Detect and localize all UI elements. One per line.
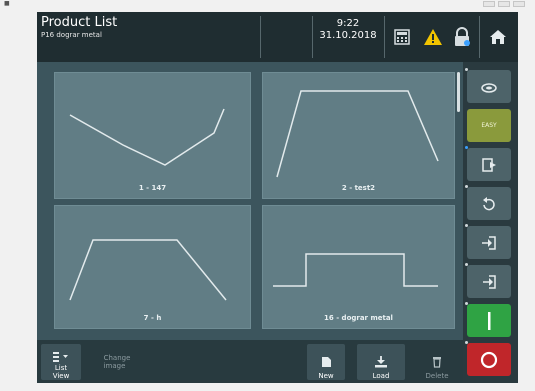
app-window: Product List P16 dograr metal 9:22 31.10…	[37, 12, 518, 383]
rotate-icon	[483, 196, 495, 210]
product-label: 1 - 147	[138, 184, 167, 192]
rotate-button[interactable]	[465, 185, 511, 220]
status-dot	[465, 341, 468, 344]
page-title: Product List	[41, 15, 118, 30]
minimize-button[interactable]	[483, 1, 495, 7]
status-dot	[465, 185, 468, 188]
list-view-button[interactable]: List View	[41, 344, 81, 380]
product-label: 7 - h	[143, 314, 162, 322]
list-view-icon	[53, 352, 68, 362]
import-icon	[482, 235, 496, 250]
window-controls	[483, 1, 525, 7]
new-label: New	[318, 372, 334, 380]
cloud-icon	[481, 82, 497, 93]
warning-icon	[424, 29, 442, 45]
export-button[interactable]	[465, 263, 511, 298]
change-image-button[interactable]: Change image	[97, 344, 137, 380]
product-subtitle: P16 dograr metal	[41, 31, 102, 39]
change-image-label: Change image	[103, 354, 131, 370]
bend-profile-graphic	[276, 90, 439, 178]
clock-date: 31.10.2018	[319, 30, 377, 41]
load-icon	[375, 356, 387, 368]
maximize-button[interactable]	[498, 1, 510, 7]
import-button[interactable]	[465, 224, 511, 259]
bend-profile-graphic	[69, 108, 225, 166]
bend-profile-graphic	[69, 239, 227, 301]
home-button[interactable]	[483, 16, 513, 58]
cloud-button[interactable]	[465, 68, 511, 103]
header-divider	[479, 16, 480, 58]
close-button[interactable]	[513, 1, 525, 7]
status-dot	[465, 146, 468, 149]
product-card[interactable]: 1 - 147	[54, 72, 251, 199]
clock-time: 9:22	[336, 18, 360, 29]
start-button[interactable]	[465, 302, 511, 337]
status-dot	[465, 263, 468, 266]
step-button[interactable]	[465, 146, 511, 181]
header-bar: Product List P16 dograr metal 9:22 31.10…	[37, 12, 518, 62]
warning-button[interactable]	[418, 16, 448, 58]
grid-scrollbar[interactable]	[457, 72, 460, 112]
load-button[interactable]: Load	[357, 344, 405, 380]
easy-mode-label: EASY	[481, 122, 497, 129]
lock-button[interactable]	[447, 16, 477, 58]
window-top-strip: ■	[0, 0, 535, 8]
status-dot	[465, 68, 468, 71]
app-corner-icon: ■	[4, 0, 10, 7]
delete-label: Delete	[425, 372, 449, 380]
delete-button[interactable]: Delete	[417, 344, 457, 380]
home-icon	[490, 30, 506, 44]
calculator-button[interactable]	[387, 16, 417, 58]
product-label: 2 - test2	[341, 184, 376, 192]
stop-button[interactable]	[465, 341, 511, 376]
status-dot	[465, 302, 468, 305]
list-view-label: List View	[52, 364, 70, 380]
new-button[interactable]: New	[307, 344, 345, 380]
product-card[interactable]: 2 - test2	[262, 72, 455, 199]
lock-icon	[455, 27, 470, 46]
product-card[interactable]: 16 - dograr metal	[262, 205, 455, 329]
header-divider	[260, 16, 261, 58]
step-icon	[482, 157, 496, 172]
header-divider	[384, 16, 385, 58]
start-icon	[488, 311, 491, 330]
easy-mode-button[interactable]: EASY	[467, 109, 511, 142]
calculator-icon	[394, 29, 410, 45]
bend-profile-graphic	[273, 253, 438, 287]
right-toolbar: EASY	[463, 62, 518, 383]
status-dot	[465, 224, 468, 227]
product-label: 16 - dograr metal	[324, 314, 393, 322]
bottom-toolbar: List View Change image New Load Delete	[37, 340, 463, 383]
new-icon	[322, 357, 331, 367]
load-label: Load	[372, 372, 390, 380]
product-card[interactable]: 7 - h	[54, 205, 251, 329]
delete-icon	[433, 357, 441, 368]
export-icon	[483, 274, 496, 289]
stop-icon	[480, 351, 498, 368]
